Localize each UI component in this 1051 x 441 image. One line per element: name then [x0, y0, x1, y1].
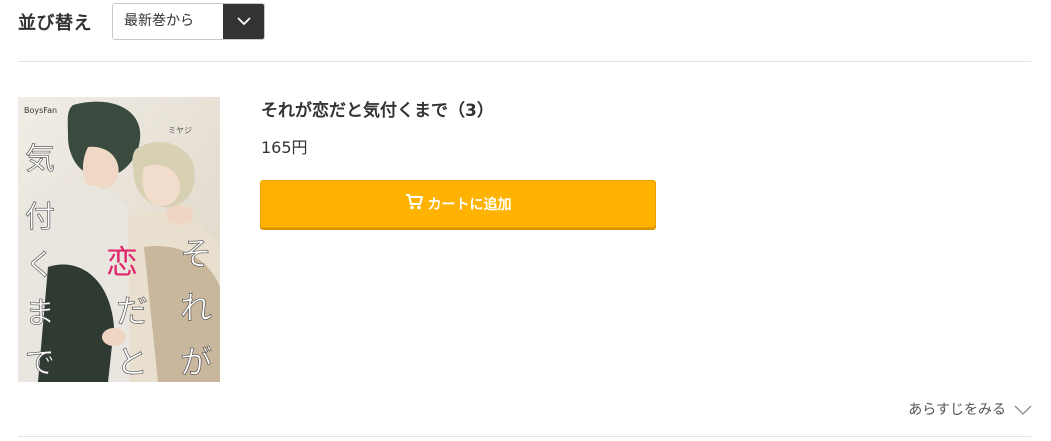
divider [18, 436, 1031, 437]
synopsis-label: あらすじをみる [908, 402, 1006, 418]
book-title[interactable]: それが恋だと気付くまで（3） [261, 96, 494, 121]
book-price: 165円 [261, 138, 308, 157]
add-to-cart-label: カートに追加 [427, 197, 512, 213]
cover-title-char: く [25, 248, 55, 283]
cart-icon [405, 194, 423, 214]
cover-title-char: 気 [25, 142, 55, 177]
cover-title-char: そ [180, 235, 212, 273]
cover-title-char: れ [180, 289, 212, 327]
chevron-down-icon [1014, 400, 1032, 419]
sort-select[interactable]: 最新巻から [112, 3, 265, 40]
divider [18, 61, 1031, 62]
chevron-down-icon[interactable] [223, 4, 264, 39]
sort-label: 並び替え [18, 12, 92, 34]
cover-title-char: ま [25, 296, 55, 331]
book-cover[interactable]: BoysFan ミヤジ 気 付 く ま で 恋 だ と そ れ が [18, 97, 220, 382]
synopsis-toggle[interactable]: あらすじをみる [908, 399, 1032, 419]
cover-title-char: だ [116, 292, 148, 330]
publisher-logo: BoysFan [24, 106, 57, 115]
cover-title-char: 付 [25, 200, 55, 235]
sort-selected-value[interactable]: 最新巻から [113, 4, 223, 39]
cover-title-char: 恋 [106, 243, 138, 281]
cover-title-char: が [180, 343, 212, 381]
cover-author: ミヤジ [168, 126, 192, 135]
cover-title-char: と [116, 343, 148, 381]
add-to-cart-button[interactable]: カートに追加 [260, 180, 656, 228]
cover-title-char: で [25, 346, 55, 381]
sort-bar: 並び替え 最新巻から [18, 3, 265, 40]
